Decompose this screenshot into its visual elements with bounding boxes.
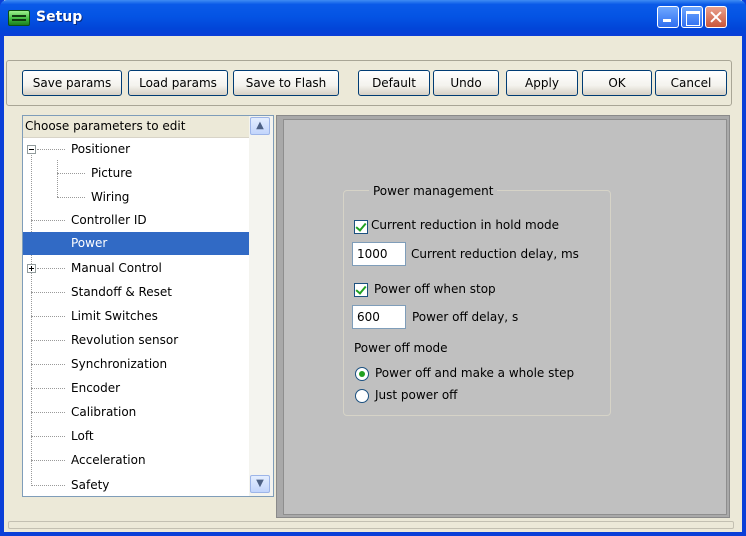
tree-connector [31,292,65,293]
tree-item-revolution-sensor[interactable]: Revolution sensor [71,329,178,352]
maximize-button[interactable] [681,6,703,28]
reduction-delay-input[interactable] [352,242,406,266]
tree-connector [31,485,65,486]
tree-item-acceleration[interactable]: Acceleration [71,449,146,472]
current-reduction-label: Current reduction in hold mode [371,218,560,232]
scroll-up-icon[interactable]: ▲ [250,117,270,135]
power-off-delay-label: Power off delay, s [412,310,519,324]
parameter-tree[interactable]: Choose parameters to edit Positioner Pic… [22,115,274,497]
radio-just-power-off[interactable] [355,389,369,403]
tree-item-encoder[interactable]: Encoder [71,377,120,400]
tree-branch-line [57,160,58,197]
tree-item-power[interactable]: Power [23,232,249,255]
radio-just-power-off-label: Just power off [375,388,458,402]
apply-button[interactable]: Apply [506,70,578,96]
reduction-delay-label: Current reduction delay, ms [411,247,579,261]
tree-item-calibration[interactable]: Calibration [71,401,136,424]
tree-header: Choose parameters to edit [23,116,249,138]
tree-connector [31,316,65,317]
tree-connector [31,340,65,341]
undo-button[interactable]: Undo [433,70,499,96]
close-button[interactable] [705,6,727,28]
collapse-positioner-icon[interactable] [27,145,36,154]
tree-item-synchronization[interactable]: Synchronization [71,353,167,376]
tree-scrollbar[interactable]: ▲ ▼ [249,116,273,496]
tree-item-picture[interactable]: Picture [91,162,132,185]
cancel-button[interactable]: Cancel [655,70,727,96]
tree-item-limit-switches[interactable]: Limit Switches [71,305,158,328]
tree-connector [31,436,65,437]
tree-connector [31,220,65,221]
tree-connector [31,460,65,461]
app-icon [8,10,30,26]
expand-manual-control-icon[interactable] [27,264,36,273]
current-reduction-checkbox[interactable] [354,220,368,234]
tree-connector [37,149,65,150]
window-title: Setup [36,9,83,25]
radio-whole-step[interactable] [355,367,369,381]
tree-item-safety[interactable]: Safety [71,474,109,497]
power-off-delay-input[interactable] [352,305,406,329]
title-bar[interactable]: Setup [0,0,746,36]
tree-item-loft[interactable]: Loft [71,425,94,448]
tree-connector [57,197,85,198]
radio-whole-step-label: Power off and make a whole step [375,366,575,380]
tree-item-manual-control[interactable]: Manual Control [71,257,162,280]
scroll-down-icon[interactable]: ▼ [250,475,270,493]
tree-item-standoff-reset[interactable]: Standoff & Reset [71,281,172,304]
status-bar [8,521,734,529]
tree-connector [31,412,65,413]
tree-item-wiring[interactable]: Wiring [91,186,129,209]
tree-item-controller-id[interactable]: Controller ID [71,209,147,232]
save-params-button[interactable]: Save params [22,70,122,96]
load-params-button[interactable]: Load params [128,70,228,96]
power-off-mode-label: Power off mode [354,341,448,355]
tree-item-positioner[interactable]: Positioner [71,138,130,161]
tree-connector [57,173,85,174]
save-to-flash-button[interactable]: Save to Flash [233,70,339,96]
minimize-button[interactable] [657,6,679,28]
ok-button[interactable]: OK [582,70,652,96]
tree-connector [31,388,65,389]
tree-connector [31,364,65,365]
power-off-checkbox[interactable] [354,283,368,297]
default-button[interactable]: Default [358,70,430,96]
group-title: Power management [369,183,498,199]
tree-connector [37,268,65,269]
power-off-label: Power off when stop [374,282,496,296]
